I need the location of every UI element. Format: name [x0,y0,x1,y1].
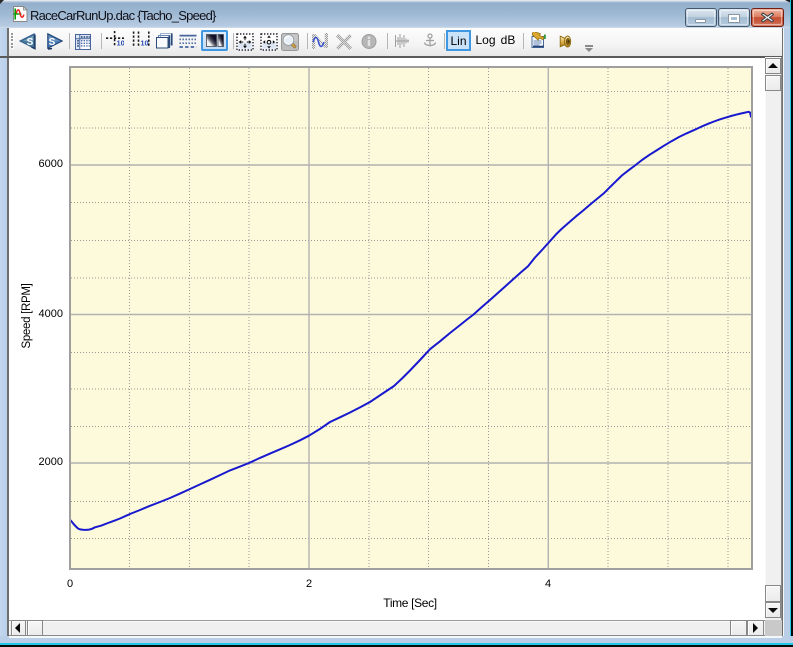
svg-text:S: S [49,37,56,48]
svg-text:S: S [27,37,34,48]
svg-text:10: 10 [140,38,148,47]
svg-text:10: 10 [117,38,125,47]
